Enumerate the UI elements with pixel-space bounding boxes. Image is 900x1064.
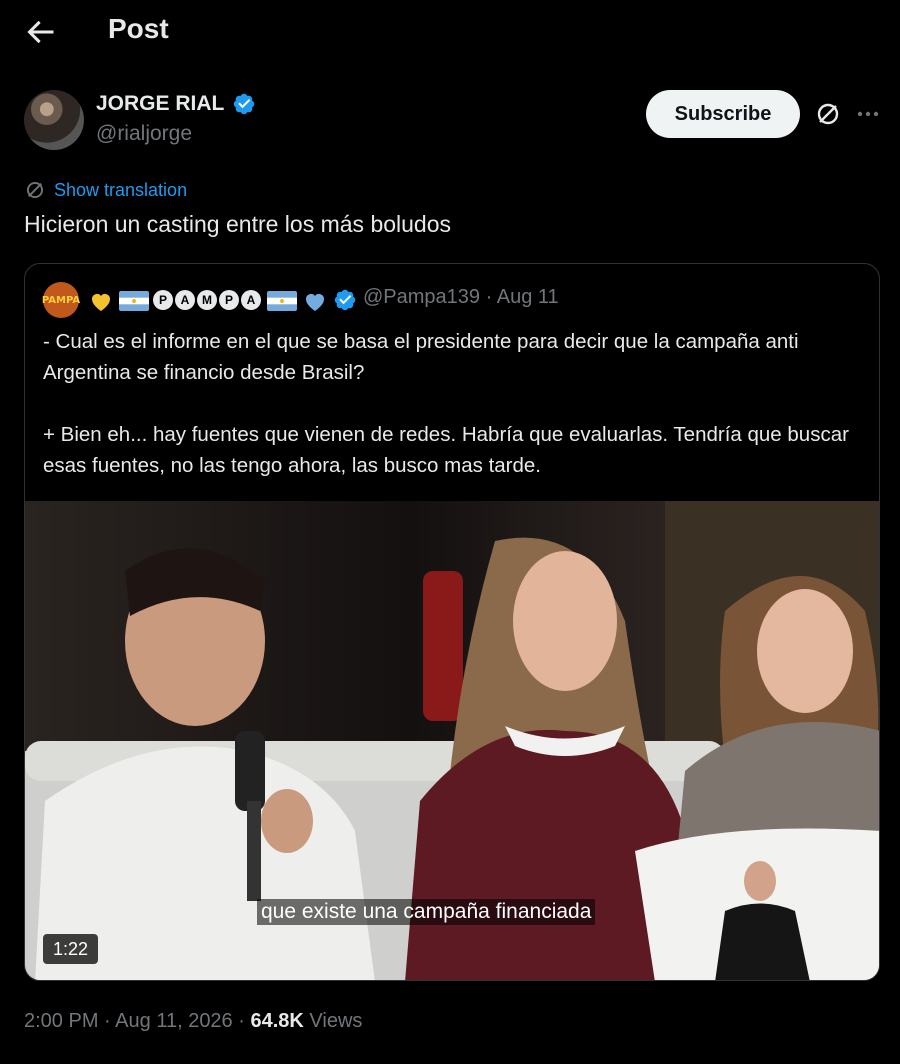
grok-icon[interactable]	[814, 100, 842, 128]
back-arrow-icon[interactable]	[22, 14, 58, 50]
video-player[interactable]: que existe una campaña financiada 1:22	[25, 501, 879, 980]
translate-icon	[26, 181, 44, 199]
verified-badge-icon	[334, 289, 356, 311]
quoted-post-text: - Cual es el informe en el que se basa e…	[43, 326, 863, 481]
author-handle[interactable]: @rialjorge	[96, 122, 192, 146]
quoted-post-header: PAMPA P A M P A @Pampa139 · Aug 11	[42, 282, 863, 318]
post-text: Hicieron un casting entre los más boludo…	[24, 211, 452, 237]
views-count: 64.8K	[250, 1010, 304, 1032]
circled-letter: A	[175, 290, 195, 310]
post-meta: 2:00 PM · Aug 11, 2026 · 64.8K Views	[24, 1010, 362, 1033]
blue-heart-icon	[306, 294, 324, 311]
page-title: Post	[108, 13, 169, 44]
views-label: Views	[309, 1010, 363, 1032]
show-translation-label[interactable]: Show translation	[54, 180, 187, 201]
argentina-flag-icon	[267, 291, 297, 311]
top-bar: Post	[0, 0, 900, 64]
post-date[interactable]: Aug 11, 2026	[115, 1010, 233, 1032]
circled-letter: A	[241, 290, 261, 310]
yellow-heart-icon	[92, 294, 110, 311]
argentina-flag-icon	[119, 291, 149, 311]
quoted-date[interactable]: Aug 11	[497, 286, 559, 308]
author-name[interactable]: JORGE RIAL	[96, 92, 224, 116]
verified-badge-icon	[233, 93, 255, 115]
circled-letter: M	[197, 290, 217, 310]
author-avatar[interactable]	[24, 90, 84, 150]
quoted-paragraph: + Bien eh... hay fuentes que vienen de r…	[43, 423, 849, 477]
circled-letter: P	[219, 290, 239, 310]
separator-dot: ·	[485, 286, 497, 308]
separator-dot: ·	[238, 1010, 251, 1032]
post-author: JORGE RIAL @rialjorge Subscribe	[24, 88, 879, 152]
quoted-paragraph: - Cual es el informe en el que se basa e…	[43, 330, 799, 384]
video-duration-badge: 1:22	[43, 934, 99, 964]
subscribe-button[interactable]: Subscribe	[646, 90, 800, 138]
quoted-display-name[interactable]: P A M P A	[153, 290, 261, 312]
video-caption: que existe una campaña financiada	[257, 899, 596, 925]
more-options-icon[interactable]	[854, 102, 882, 126]
separator-dot: ·	[104, 1010, 116, 1032]
show-translation-link[interactable]: Show translation	[24, 178, 187, 202]
post-time[interactable]: 2:00 PM	[24, 1010, 98, 1032]
quoted-handle-line: @Pampa139 · Aug 11	[363, 286, 559, 309]
circled-letter: P	[153, 290, 173, 310]
quoted-handle[interactable]: @Pampa139	[363, 286, 480, 308]
quoted-author-avatar[interactable]: PAMPA	[42, 282, 80, 318]
quoted-post[interactable]: PAMPA P A M P A @Pampa139 · Aug 11 - Cua…	[24, 263, 880, 981]
